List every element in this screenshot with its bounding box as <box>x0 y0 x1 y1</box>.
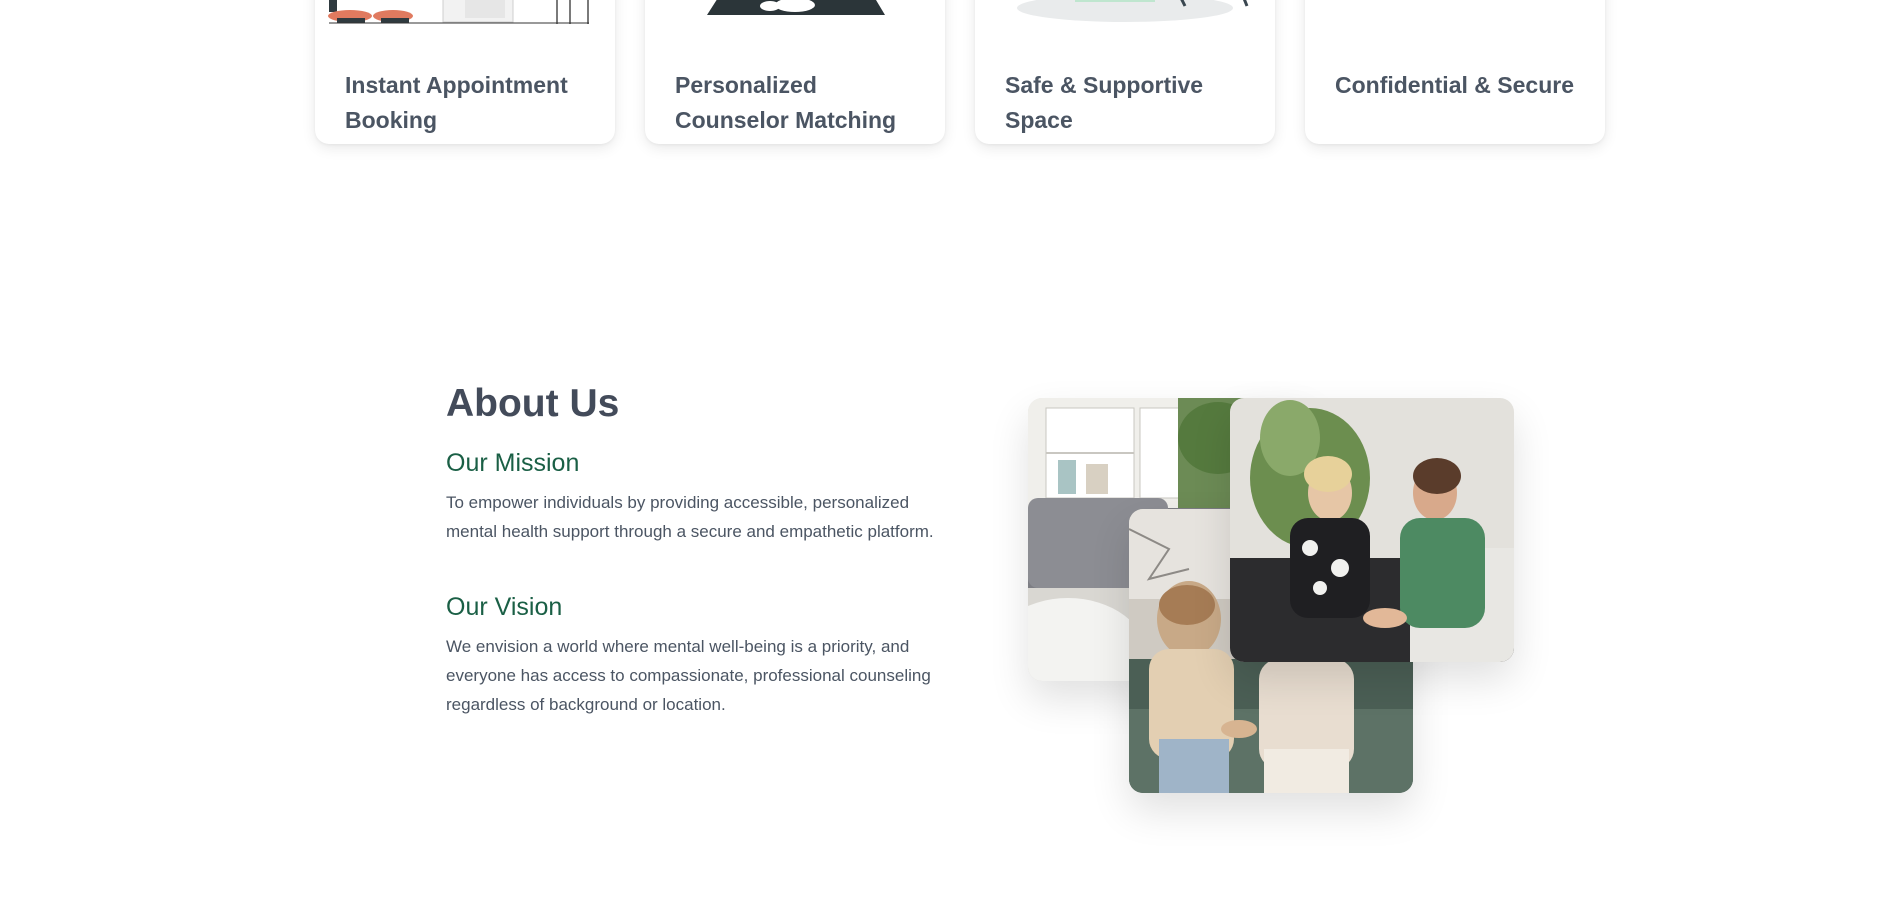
vision-title: Our Vision <box>446 593 563 621</box>
mission-block: Our Mission To empower individuals by pr… <box>446 446 946 546</box>
counseling-session-photo <box>1230 398 1514 662</box>
feature-title: Confidential & Secure <box>1335 72 1574 98</box>
about-section: About Us Our Mission To empower individu… <box>446 376 946 719</box>
vision-block: Our Vision We envision a world where men… <box>446 590 946 719</box>
feature-card-safe-space[interactable]: Safe & Supportive Space <box>975 0 1275 144</box>
matching-illustration <box>707 0 885 15</box>
about-heading: About Us <box>446 382 620 425</box>
feature-title: Instant Appointment Booking <box>345 72 568 133</box>
feature-card-matching[interactable]: Personalized Counselor Matching <box>645 0 945 144</box>
mission-title: Our Mission <box>446 449 580 477</box>
feature-card-booking[interactable]: Instant Appointment Booking <box>315 0 615 144</box>
page: Instant Appointment Booking Personalized… <box>0 0 1897 912</box>
supportive-space-illustration <box>1017 0 1249 22</box>
mission-text: To empower individuals by providing acce… <box>446 493 934 541</box>
booking-illustration <box>328 0 589 24</box>
about-image-collage <box>1028 398 1514 793</box>
features-row: Instant Appointment Booking Personalized… <box>315 0 1611 144</box>
feature-card-confidential[interactable]: Confidential & Secure <box>1305 0 1605 144</box>
feature-title: Safe & Supportive Space <box>1005 72 1204 133</box>
vision-text: We envision a world where mental well-be… <box>446 637 931 714</box>
feature-title: Personalized Counselor Matching <box>675 72 897 133</box>
